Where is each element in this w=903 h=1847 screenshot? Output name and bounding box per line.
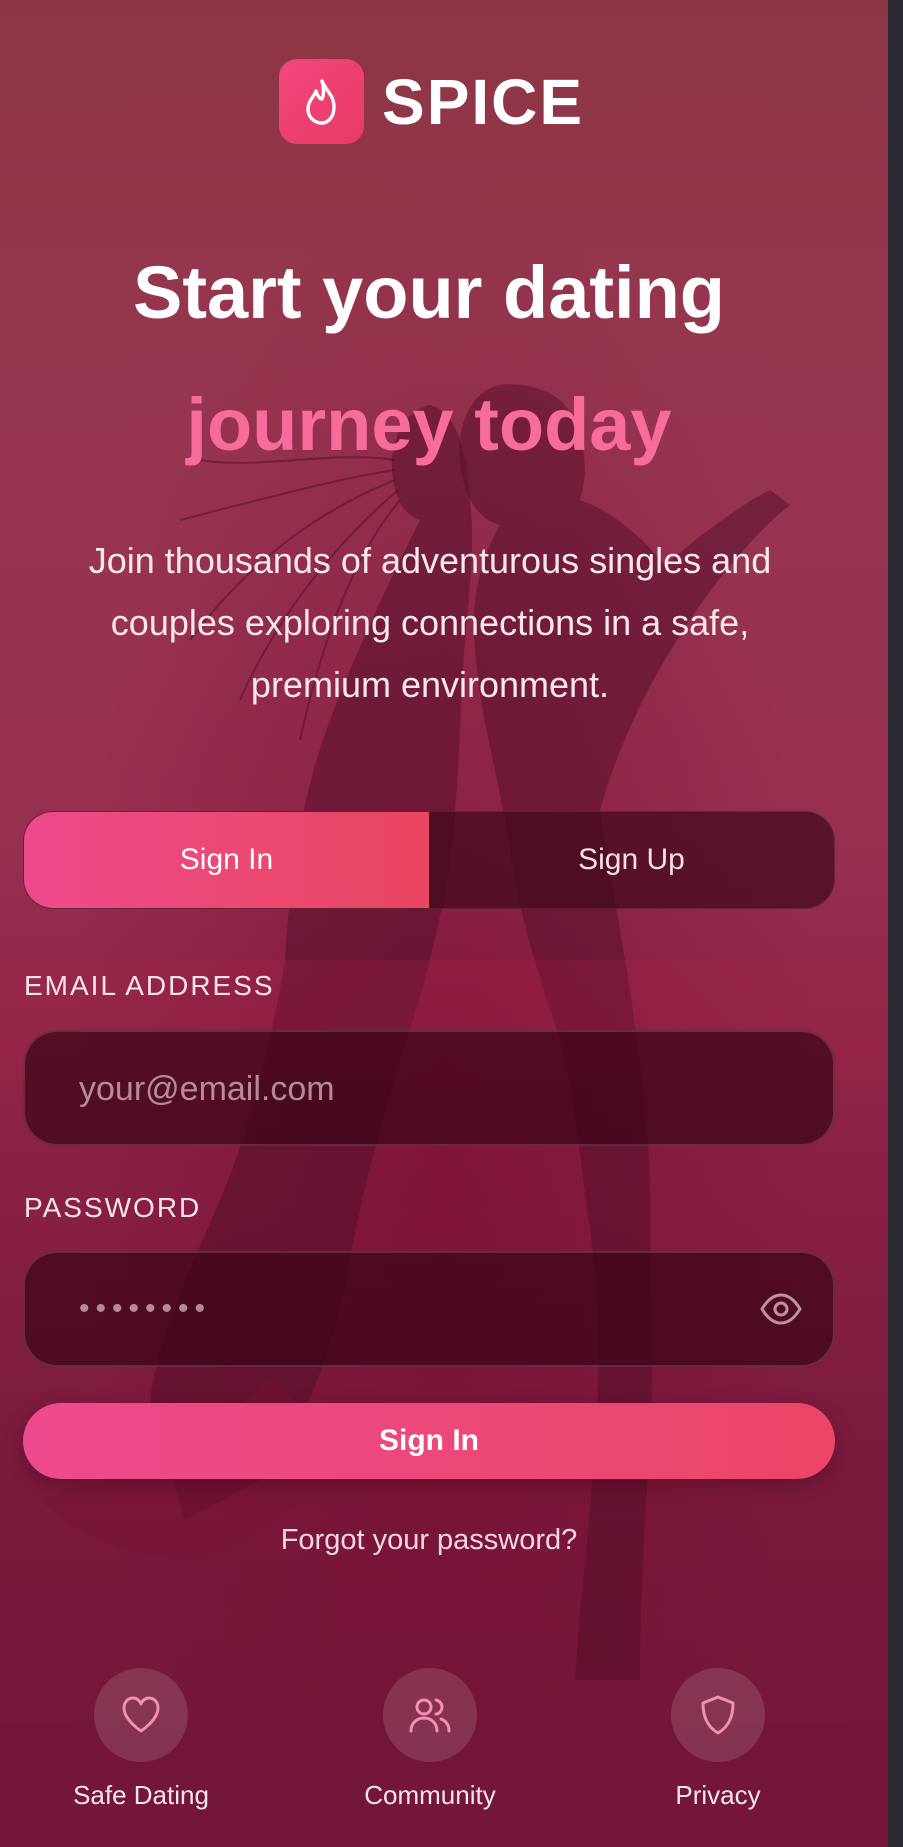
feature-label: Safe Dating bbox=[73, 1780, 209, 1810]
heart-icon bbox=[122, 1696, 160, 1733]
feature-label: Community bbox=[364, 1780, 496, 1810]
shield-icon bbox=[701, 1695, 735, 1735]
users-icon bbox=[409, 1698, 451, 1733]
password-label: PASSWORD bbox=[24, 1192, 202, 1223]
password-field[interactable]: •••••••• bbox=[23, 1251, 835, 1367]
tab-sign-in[interactable]: Sign In bbox=[24, 812, 429, 908]
tab-sign-up[interactable]: Sign Up bbox=[429, 812, 834, 908]
flame-icon bbox=[279, 59, 364, 144]
email-field[interactable] bbox=[77, 1032, 731, 1146]
feature-community: Community bbox=[330, 1668, 530, 1811]
password-masked-value: •••••••• bbox=[79, 1292, 212, 1325]
eye-icon[interactable] bbox=[759, 1289, 803, 1329]
scrollbar[interactable] bbox=[888, 0, 903, 1847]
forgot-password-link[interactable]: Forgot your password? bbox=[0, 1524, 858, 1557]
hero-subtitle: Join thousands of adventurous singles an… bbox=[88, 540, 772, 705]
brand-name: SPICE bbox=[382, 65, 585, 138]
feature-privacy: Privacy bbox=[618, 1668, 818, 1811]
sign-in-button[interactable]: Sign In bbox=[23, 1403, 835, 1479]
brand-logo: SPICE bbox=[279, 59, 584, 144]
feature-safe-dating: Safe Dating bbox=[41, 1668, 241, 1811]
auth-mode-toggle: Sign In Sign Up bbox=[23, 811, 835, 909]
email-label: EMAIL ADDRESS bbox=[24, 970, 275, 1001]
feature-label: Privacy bbox=[675, 1780, 761, 1810]
login-screen: SPICE Start your dating journey today Jo… bbox=[0, 0, 888, 1847]
hero-title-line1: Start your dating bbox=[132, 251, 726, 334]
email-field-container bbox=[23, 1030, 835, 1146]
hero-title-line2: journey today bbox=[186, 383, 672, 466]
